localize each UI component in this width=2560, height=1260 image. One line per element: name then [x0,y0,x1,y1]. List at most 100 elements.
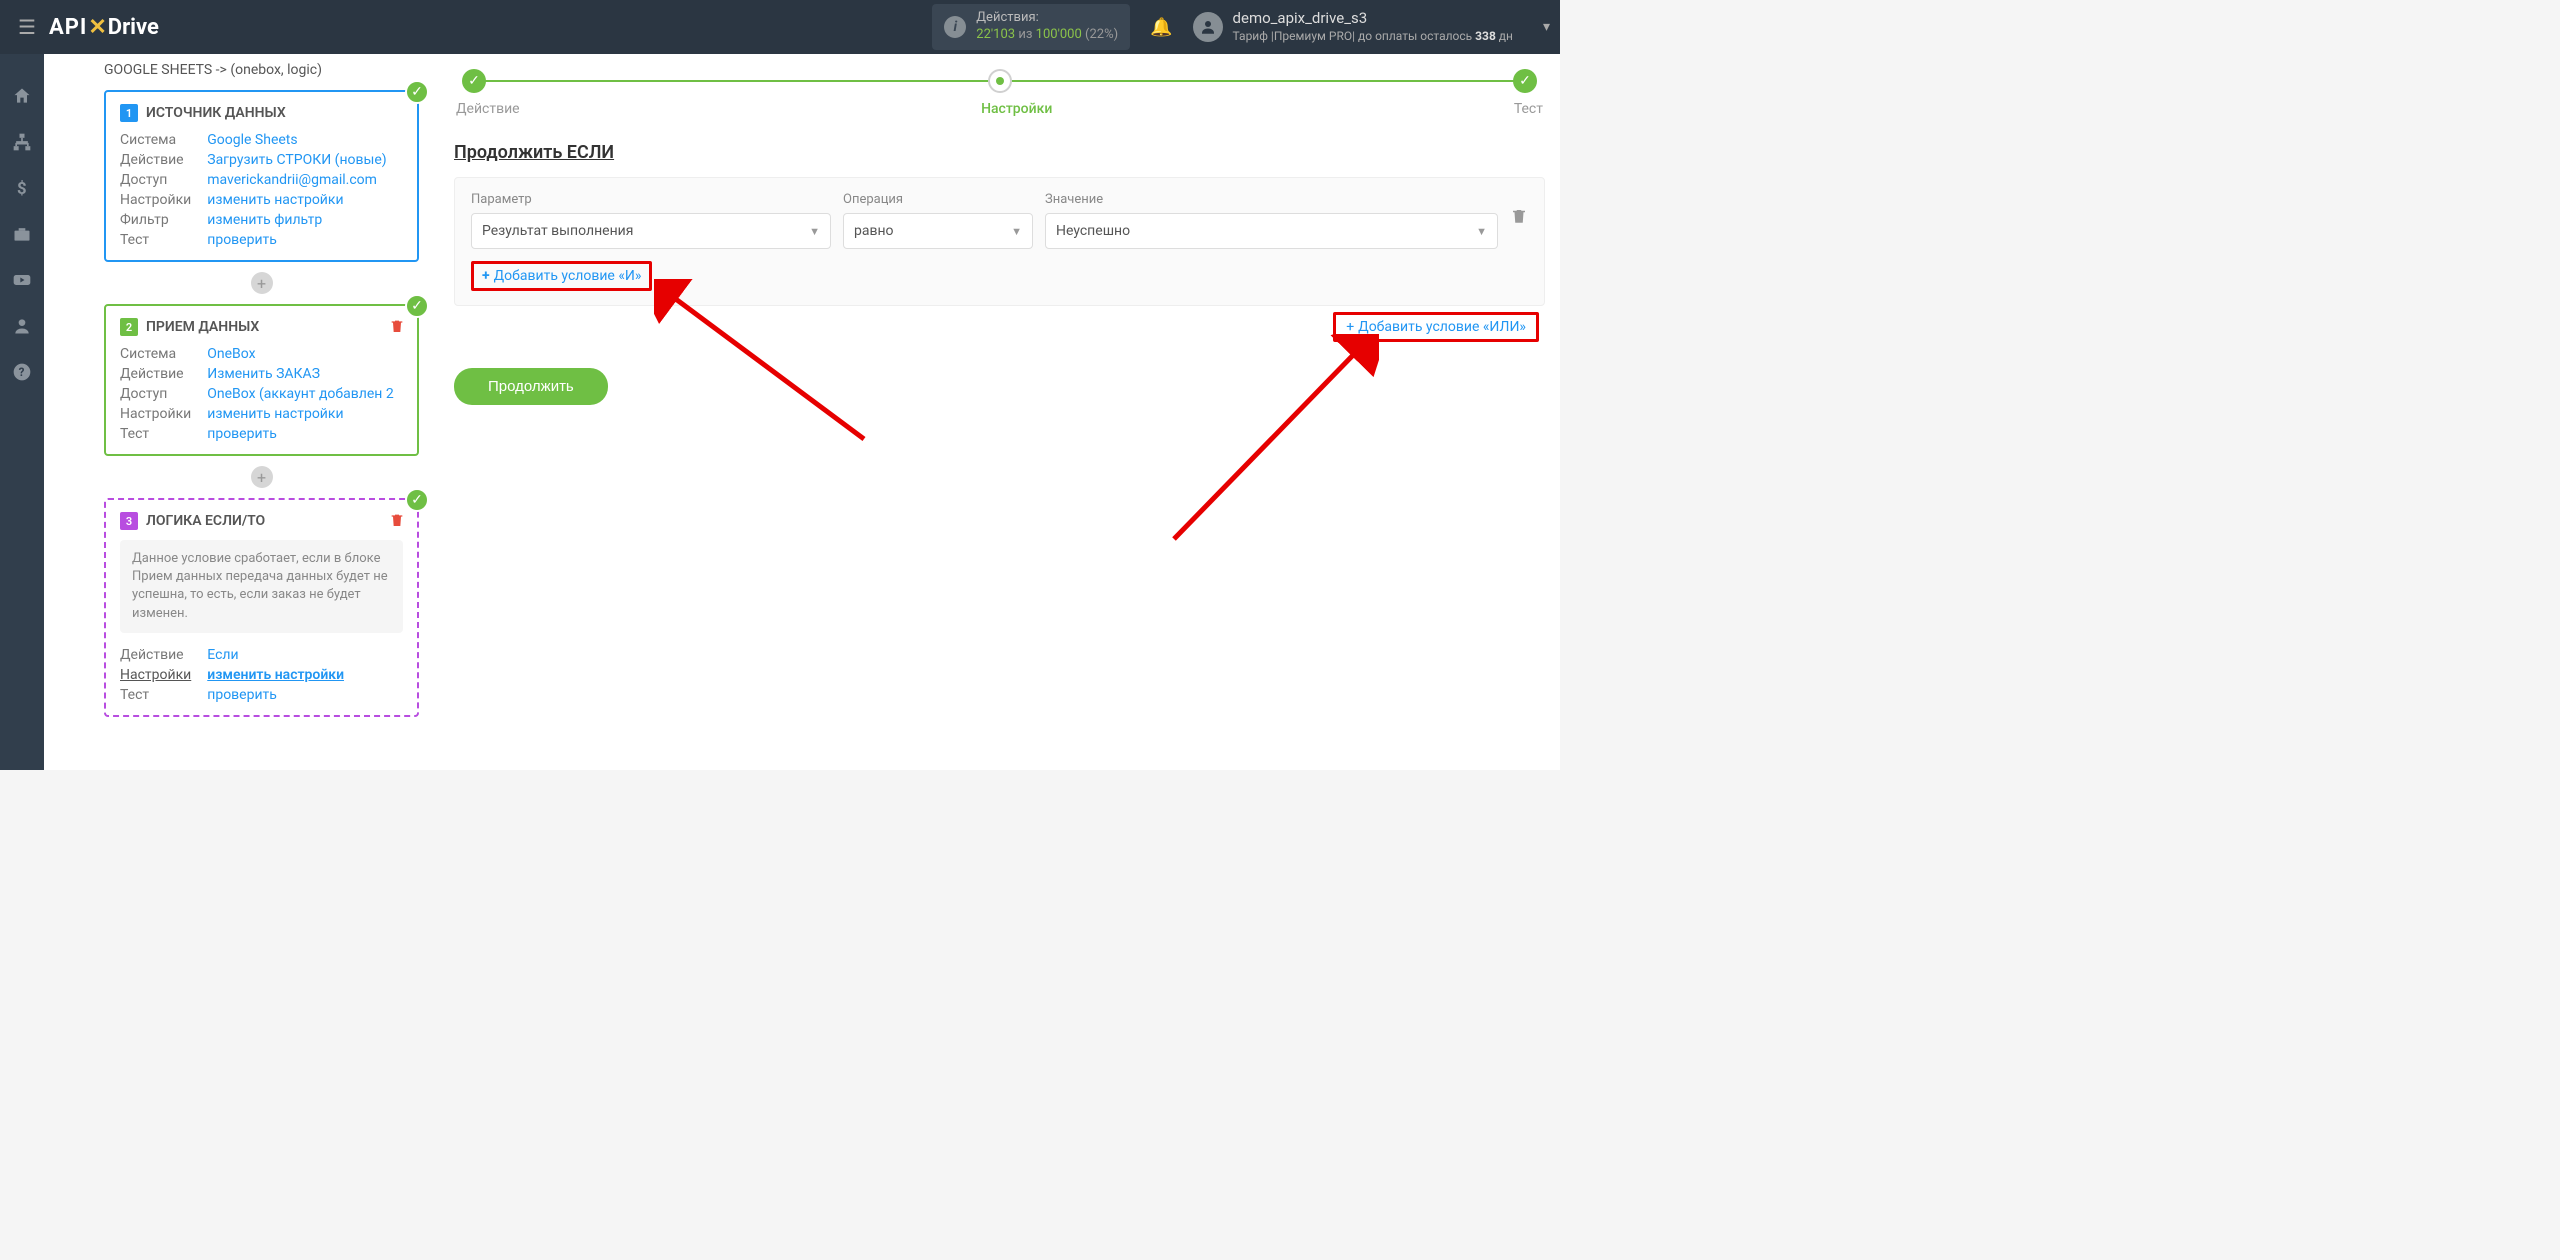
label-settings: Настройки [120,192,191,208]
op-value: равно [854,223,894,239]
panel-title: GOOGLE SHEETS -> (onebox, logic) [104,62,419,78]
wizard-step-2[interactable] [988,69,1012,93]
briefcase-icon[interactable] [10,222,34,246]
block-number: 2 [120,318,138,336]
label-system: Система [120,132,191,148]
link-settings[interactable]: изменить настройки [207,667,344,683]
logo[interactable]: API✕Drive [49,15,159,40]
check-icon: ✓ [405,80,429,104]
link-settings[interactable]: изменить настройки [207,406,393,422]
block-destination: ✓ 2 ПРИЕМ ДАННЫХ Система Действие Доступ… [104,304,419,456]
link-test[interactable]: проверить [207,687,344,703]
user-menu[interactable]: demo_apix_drive_s3 Тариф |Премиум PRO| д… [1193,9,1550,44]
param-select[interactable]: Результат выполнения ▼ [471,213,831,249]
wizard-steps: ✓ ✓ Действие Настройки Тест [454,54,1545,122]
chevron-down-icon: ▾ [1543,19,1550,35]
label-test: Тест [120,426,191,442]
block-logic: ✓ 3 ЛОГИКА ЕСЛИ/ТО Данное условие сработ… [104,498,419,717]
link-test[interactable]: проверить [207,232,386,248]
user-name: demo_apix_drive_s3 [1233,9,1513,29]
val-label: Значение [1045,192,1498,207]
block-title: ПРИЕМ ДАННЫХ [146,319,259,335]
tariff-prefix: Тариф |Премиум PRO| до оплаты осталось [1233,29,1476,43]
actions-of: из [1018,27,1032,42]
check-icon: ✓ [405,294,429,318]
add-block-button[interactable]: + [251,466,273,488]
continue-button[interactable]: Продолжить [454,368,608,405]
link-access[interactable]: OneBox (аккаунт добавлен 2 [207,386,393,402]
help-icon[interactable]: ? [10,360,34,384]
label-access: Доступ [120,386,191,402]
link-action[interactable]: Изменить ЗАКАЗ [207,366,393,382]
section-title: Продолжить ЕСЛИ [454,142,1545,163]
label-test: Тест [120,687,191,703]
label-settings: Настройки [120,406,191,422]
block-title: ИСТОЧНИК ДАННЫХ [146,105,286,121]
label-access: Доступ [120,172,191,188]
dollar-icon[interactable]: $ [10,176,34,200]
link-settings[interactable]: изменить настройки [207,192,386,208]
op-select[interactable]: равно ▼ [843,213,1033,249]
actions-label: Действия: [976,10,1118,27]
actions-counter[interactable]: i Действия: 22'103 из 100'000 (22%) [932,4,1130,50]
avatar-icon [1193,12,1223,42]
tariff-days: 338 [1475,29,1496,43]
plus-icon: + [1346,319,1354,335]
add-and-condition-button[interactable]: + Добавить условие «И» [471,261,652,291]
svg-text:?: ? [19,365,25,379]
label-action: Действие [120,647,191,663]
check-icon: ✓ [405,488,429,512]
label-filter: Фильтр [120,212,191,228]
caret-icon: ▼ [809,225,820,238]
user-icon[interactable] [10,314,34,338]
label-action: Действие [120,366,191,382]
link-access[interactable]: maverickandrii@gmail.com [207,172,386,188]
label-test: Тест [120,232,191,248]
label-action: Действие [120,152,191,168]
block-title: ЛОГИКА ЕСЛИ/ТО [146,513,265,529]
label-settings: Настройки [120,667,191,683]
bell-icon[interactable]: 🔔 [1150,17,1172,38]
condition-panel: Параметр Результат выполнения ▼ Операция… [454,177,1545,306]
add-block-button[interactable]: + [251,272,273,294]
tariff-suffix: дн [1496,29,1513,43]
actions-current: 22'103 [976,27,1015,42]
wizard-label-3: Тест [1514,101,1543,117]
op-label: Операция [843,192,1033,207]
youtube-icon[interactable] [10,268,34,292]
main-content: ✓ ✓ Действие Настройки Тест Продолжить Е… [439,54,1560,770]
hamburger-icon[interactable]: ☰ [10,15,44,39]
delete-condition-button[interactable] [1510,207,1528,235]
block-number: 3 [120,512,138,530]
block-number: 1 [120,104,138,122]
actions-pct: (22%) [1085,27,1118,42]
sitemap-icon[interactable] [10,130,34,154]
wizard-step-3[interactable]: ✓ [1513,69,1537,93]
link-action[interactable]: Загрузить СТРОКИ (новые) [207,152,386,168]
link-system[interactable]: Google Sheets [207,132,386,148]
block-description: Данное условие сработает, если в блоке П… [120,540,403,633]
block-source: ✓ 1 ИСТОЧНИК ДАННЫХ Система Действие Дос… [104,90,419,262]
link-filter[interactable]: изменить фильтр [207,212,386,228]
sidebar-panel: GOOGLE SHEETS -> (onebox, logic) ✓ 1 ИСТ… [44,54,439,770]
link-action[interactable]: Если [207,647,344,663]
val-select[interactable]: Неуспешно ▼ [1045,213,1498,249]
svg-text:$: $ [17,180,27,198]
wizard-label-1: Действие [456,101,520,117]
home-icon[interactable] [10,84,34,108]
wizard-label-2: Настройки [981,101,1052,117]
add-or-condition-button[interactable]: + Добавить условие «ИЛИ» [1333,312,1539,342]
trash-icon[interactable] [389,318,405,338]
link-test[interactable]: проверить [207,426,393,442]
trash-icon[interactable] [389,512,405,532]
wizard-step-1[interactable]: ✓ [462,69,486,93]
add-or-label: Добавить условие «ИЛИ» [1358,319,1526,335]
top-navbar: ☰ API✕Drive i Действия: 22'103 из 100'00… [0,0,1560,54]
caret-icon: ▼ [1011,225,1022,238]
annotation-arrow [1159,334,1379,554]
actions-max: 100'000 [1036,27,1082,42]
left-rail: $ ? [0,54,44,770]
caret-icon: ▼ [1476,225,1487,238]
param-value: Результат выполнения [482,223,633,239]
link-system[interactable]: OneBox [207,346,393,362]
